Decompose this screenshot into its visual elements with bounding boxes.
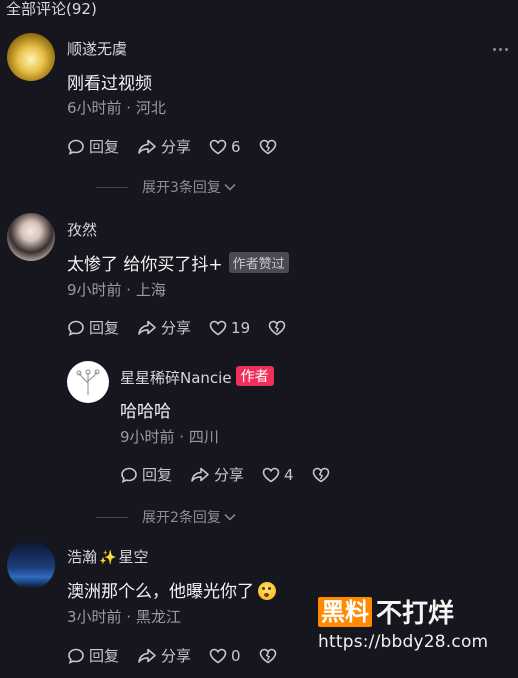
reply-icon	[121, 467, 137, 483]
more-options-icon[interactable]	[493, 48, 508, 51]
watermark-url: https://bbdy28.com	[318, 632, 489, 652]
share-label: 分享	[161, 647, 192, 665]
share-button[interactable]: 分享	[190, 464, 244, 485]
heart-icon	[209, 139, 227, 154]
divider	[96, 186, 128, 188]
reply-label: 回复	[89, 647, 120, 665]
watermark-logo: 黑料 不打烊	[318, 593, 488, 630]
like-count: 0	[231, 646, 241, 665]
flushed-face-emoji-icon	[258, 582, 276, 600]
share-button[interactable]: 分享	[137, 136, 191, 157]
author-name-part1: 浩瀚	[67, 548, 98, 566]
comment-actions: 回复 分享 0	[67, 645, 295, 666]
dislike-button[interactable]	[259, 139, 277, 155]
comment-actions: 回复 分享 6	[67, 136, 295, 157]
like-button[interactable]: 6	[209, 138, 241, 156]
like-count: 6	[231, 137, 241, 156]
share-icon	[138, 648, 156, 663]
share-label: 分享	[214, 466, 245, 484]
comment-text: 刚看过视频	[67, 74, 152, 94]
reply-label: 回复	[89, 319, 120, 337]
broken-heart-icon	[259, 648, 276, 663]
reply-text: 哈哈哈	[120, 402, 171, 422]
comment-text: 太惨了 给你买了抖+ 作者赞过	[67, 250, 289, 275]
heart-icon	[209, 320, 227, 335]
reply-icon	[68, 320, 84, 336]
like-button[interactable]: 0	[209, 647, 241, 665]
watermark-logo-box: 黑料	[318, 596, 372, 627]
expand-replies-label: 展开2条回复	[142, 510, 221, 526]
like-button[interactable]: 19	[209, 319, 250, 337]
divider	[96, 516, 128, 518]
comment-meta: 3小时前 · 黑龙江	[67, 608, 181, 626]
heart-icon	[262, 467, 280, 482]
like-count: 4	[284, 465, 294, 484]
author-badge: 作者	[235, 366, 274, 386]
author-liked-badge: 作者赞过	[228, 252, 289, 273]
reply-actions: 回复 分享 4	[120, 464, 348, 485]
chevron-down-icon	[224, 183, 236, 191]
reply-meta: 9小时前 · 四川	[120, 428, 219, 446]
reply-button[interactable]: 回复	[67, 317, 119, 338]
broken-heart-icon	[268, 320, 286, 335]
share-button[interactable]: 分享	[137, 645, 191, 666]
share-label: 分享	[161, 319, 192, 337]
comment-meta: 9小时前 · 上海	[67, 281, 166, 299]
comment-author-name[interactable]: 顺遂无虞	[67, 38, 127, 59]
reply-button[interactable]: 回复	[67, 645, 119, 666]
watermark: 黑料 不打烊 https://bbdy28.com	[318, 593, 488, 652]
comment-author-name[interactable]: 浩瀚 ✨ 星空	[67, 546, 148, 567]
reply-icon	[68, 648, 84, 664]
comment-text-content: 澳洲那个么，他曝光你了	[67, 582, 254, 602]
comment-text-content: 太惨了 给你买了抖+	[67, 255, 223, 275]
dislike-button[interactable]	[259, 648, 277, 664]
dislike-button[interactable]	[268, 320, 286, 336]
expand-replies-button[interactable]: 展开2条回复	[96, 507, 237, 527]
reply-icon	[68, 139, 84, 155]
flower-sketch-icon	[76, 369, 100, 395]
share-label: 分享	[161, 138, 192, 156]
reply-label: 回复	[142, 466, 173, 484]
comments-header: 全部评论(92)	[6, 0, 97, 18]
share-icon	[191, 467, 209, 482]
reply-author-name[interactable]: 星星稀碎Nancie	[120, 369, 232, 387]
avatar[interactable]	[7, 33, 55, 81]
share-button[interactable]: 分享	[137, 317, 191, 338]
share-icon	[138, 320, 156, 335]
comment-author-name[interactable]: 孜然	[67, 219, 97, 240]
like-count: 19	[231, 318, 251, 337]
avatar[interactable]	[7, 541, 55, 589]
reply-button[interactable]: 回复	[67, 136, 119, 157]
author-name-part2: 星空	[118, 548, 149, 566]
chevron-down-icon	[224, 513, 236, 521]
dislike-button[interactable]	[312, 467, 330, 483]
sparkle-icon: ✨	[99, 550, 117, 566]
share-icon	[138, 139, 156, 154]
reply-author: 星星稀碎Nancie 作者	[120, 366, 274, 388]
avatar[interactable]	[7, 213, 55, 261]
reply-label: 回复	[89, 138, 120, 156]
reply-button[interactable]: 回复	[120, 464, 172, 485]
watermark-logo-text: 不打烊	[376, 599, 455, 629]
comment-meta: 6小时前 · 河北	[67, 99, 166, 117]
heart-icon	[209, 648, 227, 663]
comment-text: 澳洲那个么，他曝光你了	[67, 577, 276, 602]
comment-actions: 回复 分享 19	[67, 317, 304, 338]
broken-heart-icon	[259, 139, 276, 154]
expand-replies-button[interactable]: 展开3条回复	[96, 177, 237, 197]
reply-avatar[interactable]	[67, 361, 109, 403]
like-button[interactable]: 4	[262, 466, 294, 484]
broken-heart-icon	[312, 467, 329, 482]
expand-replies-label: 展开3条回复	[142, 180, 221, 196]
